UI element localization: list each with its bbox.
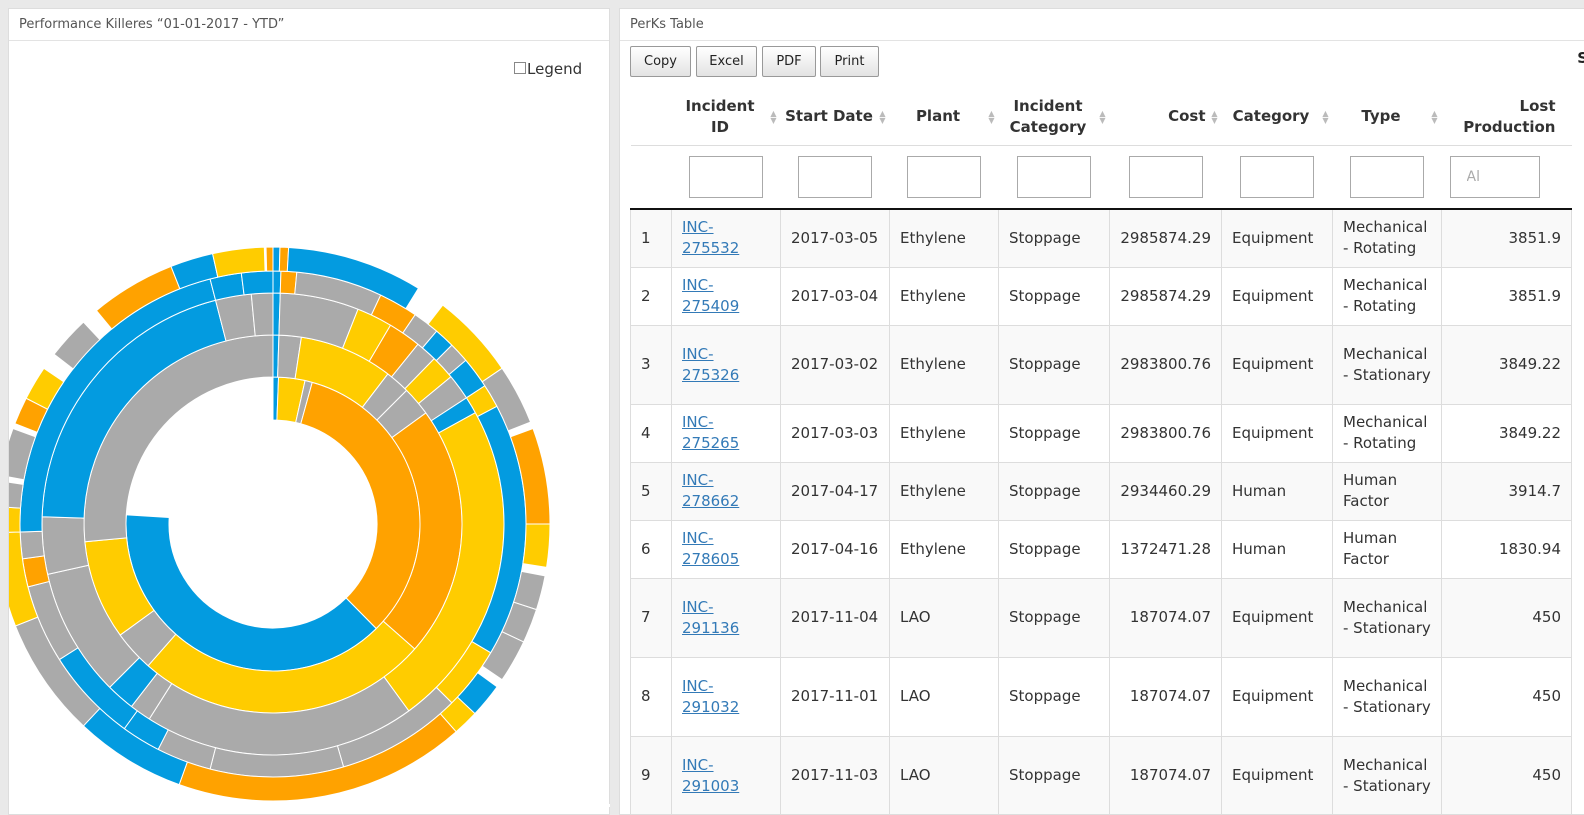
incident-link[interactable]: INC-275265 (682, 413, 739, 452)
excel-button[interactable]: Excel (696, 46, 757, 77)
sort-icon: ▲ ▼ (879, 108, 886, 125)
sunburst-segment-ring5-1[interactable] (272, 246, 281, 272)
table-row: 2 INC-275409 2017-03-04 Ethylene Stoppag… (630, 267, 1572, 326)
sunburst-chart (9, 246, 551, 802)
sunburst-segment-ring5-18[interactable] (9, 481, 24, 509)
table-row: 3 INC-275326 2017-03-02 Ethylene Stoppag… (630, 325, 1572, 405)
table-body: 1 INC-275532 2017-03-05 Ethylene Stoppag… (630, 209, 1572, 814)
sunburst-segment-ring5-7[interactable] (522, 523, 551, 568)
sort-icon: ▲ ▼ (1211, 108, 1218, 125)
col-index (631, 89, 672, 145)
col-plant[interactable]: Plant ▲ ▼ (890, 89, 999, 145)
sunburst-segment-ring3-17[interactable] (250, 292, 274, 337)
search-label: S (1577, 49, 1584, 67)
sunburst-segment-ring4-22[interactable] (240, 270, 274, 296)
perks-table: Incident ID ▲ ▼ Start Date ▲ ▼ Plant ▲ ▼ Incid… (630, 89, 1572, 814)
sunburst-segment-ring4-2[interactable] (279, 270, 298, 295)
col-incident-id[interactable]: Incident ID ▲ ▼ (672, 89, 781, 145)
filter-cell-index (630, 144, 672, 210)
sort-icon: ▲ ▼ (770, 108, 777, 125)
incident-link[interactable]: INC-275409 (682, 276, 739, 315)
col-start-date[interactable]: Start Date ▲ ▼ (781, 89, 890, 145)
filter-start-date[interactable] (798, 155, 872, 198)
filter-lost-production[interactable] (1449, 155, 1540, 198)
col-category[interactable]: Category ▲ ▼ (1222, 89, 1333, 145)
col-lost-production[interactable]: Lost Production (1442, 89, 1572, 145)
col-type[interactable]: Type ▲ ▼ (1333, 89, 1442, 145)
print-button[interactable]: Print (820, 46, 879, 77)
filter-type[interactable] (1350, 155, 1424, 198)
copy-button[interactable]: Copy (630, 46, 691, 77)
table-row: 4 INC-275265 2017-03-03 Ethylene Stoppag… (630, 404, 1572, 463)
filter-plant[interactable] (907, 155, 981, 198)
pdf-button[interactable]: PDF (762, 46, 816, 77)
incident-link[interactable]: INC-275326 (682, 345, 739, 384)
incident-link[interactable]: INC-291032 (682, 677, 739, 716)
table-row: 8 INC-291032 2017-11-01 LAO Stoppage 187… (630, 657, 1572, 737)
incident-link[interactable]: INC-291003 (682, 756, 739, 795)
incident-link[interactable]: INC-278662 (682, 471, 739, 510)
sort-icon: ▲ ▼ (1099, 108, 1106, 125)
filter-category[interactable] (1240, 155, 1314, 198)
incident-link[interactable]: INC-275532 (682, 218, 739, 257)
filter-cost[interactable] (1128, 155, 1203, 198)
sunburst-segment-ring4-19[interactable] (19, 530, 45, 560)
table-row: 9 INC-291003 2017-11-03 LAO Stoppage 187… (630, 736, 1572, 814)
sunburst-segment-ring5-17[interactable] (9, 506, 22, 533)
scroll-edge (70, 804, 610, 807)
filter-incident-id[interactable] (689, 155, 763, 198)
perks-table-title: PerKs Table (620, 9, 1584, 41)
perks-table-panel: PerKs Table Copy Excel PDF Print S Incid… (619, 8, 1584, 815)
col-cost[interactable]: Cost ▲ ▼ (1110, 89, 1222, 145)
col-incident-category[interactable]: Incident Category ▲ ▼ (999, 89, 1110, 145)
table-row: 1 INC-275532 2017-03-05 Ethylene Stoppag… (630, 209, 1572, 268)
incident-link[interactable]: INC-291136 (682, 598, 739, 637)
table-row: 5 INC-278662 2017-04-17 Ethylene Stoppag… (630, 462, 1572, 521)
sunburst-segment-ring5-26[interactable] (265, 246, 274, 272)
sort-icon: ▲ ▼ (1431, 108, 1438, 125)
table-row: 7 INC-291136 2017-11-04 LAO Stoppage 187… (630, 578, 1572, 658)
sunburst-segment-ring3-14[interactable] (41, 516, 90, 575)
sort-icon: ▲ ▼ (1322, 108, 1329, 125)
table-row: 6 INC-278605 2017-04-16 Ethylene Stoppag… (630, 520, 1572, 579)
filter-incident-category[interactable] (1017, 155, 1091, 198)
sort-icon: ▲ ▼ (988, 108, 995, 125)
sunburst-panel: Performance Killeres “01-01-2017 - YTD” … (8, 8, 610, 815)
incident-link[interactable]: INC-278605 (682, 529, 739, 568)
sunburst-segment-ring4-1[interactable] (272, 270, 282, 294)
